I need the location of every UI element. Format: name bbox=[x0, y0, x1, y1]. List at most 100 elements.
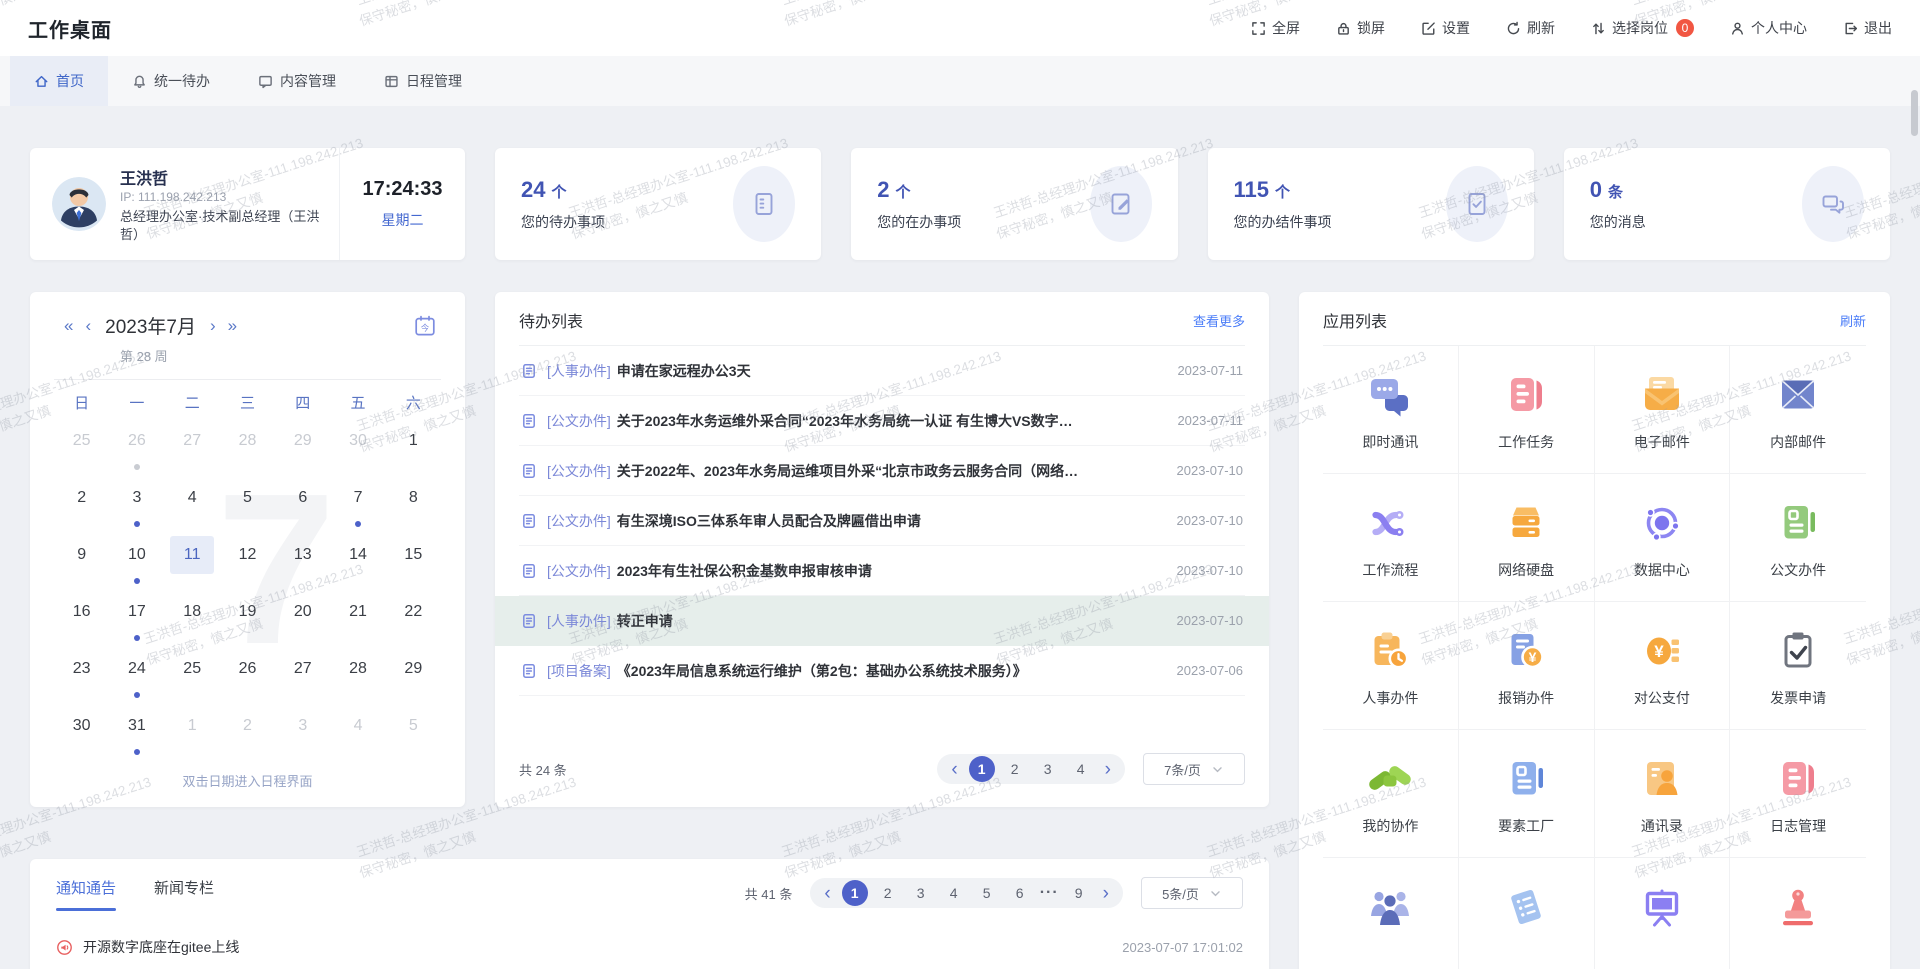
news-page-size-select[interactable]: 5条/页 bbox=[1141, 877, 1243, 909]
todo-prev-page-button[interactable]: ‹ bbox=[947, 760, 961, 779]
calendar-day-cell[interactable]: 2 bbox=[54, 476, 109, 533]
calendar-day-cell[interactable]: 17 bbox=[109, 590, 164, 647]
tab-内容管理[interactable]: 内容管理 bbox=[234, 56, 360, 106]
todo-row[interactable]: [公文办件]关于2023年水务运维外采合同“2023年水务局统一认证 有生博大V… bbox=[519, 396, 1245, 446]
app-item[interactable] bbox=[1323, 858, 1459, 969]
app-item-即时通讯[interactable]: 即时通讯 bbox=[1323, 346, 1459, 474]
calendar-day-cell[interactable]: 28 bbox=[220, 419, 275, 476]
news-page-4[interactable]: 4 bbox=[941, 880, 967, 906]
calendar-day-cell[interactable]: 26 bbox=[220, 647, 275, 704]
refresh-apps-link[interactable]: 刷新 bbox=[1840, 311, 1866, 330]
todo-page-2[interactable]: 2 bbox=[1002, 756, 1028, 782]
calendar-day-cell[interactable]: 6 bbox=[275, 476, 330, 533]
next-year-button[interactable]: » bbox=[222, 317, 243, 334]
app-item-人事办件[interactable]: 人事办件 bbox=[1323, 602, 1459, 730]
calendar-day-cell[interactable]: 15 bbox=[386, 533, 441, 590]
todo-next-page-button[interactable]: › bbox=[1101, 760, 1115, 779]
calendar-day-cell[interactable]: 9 bbox=[54, 533, 109, 590]
calendar-day-cell[interactable]: 2 bbox=[220, 704, 275, 761]
page-scrollbar[interactable] bbox=[1911, 90, 1918, 136]
calendar-day-cell[interactable]: 31 bbox=[109, 704, 164, 761]
app-item-报销办件[interactable]: ¥报销办件 bbox=[1459, 602, 1595, 730]
calendar-day-cell[interactable]: 28 bbox=[330, 647, 385, 704]
header-action-lock[interactable]: 锁屏 bbox=[1336, 18, 1385, 38]
calendar-day-cell[interactable]: 29 bbox=[386, 647, 441, 704]
news-page-5[interactable]: 5 bbox=[974, 880, 1000, 906]
app-item-通讯录[interactable]: 通讯录 bbox=[1595, 730, 1731, 858]
news-tab-新闻专栏[interactable]: 新闻专栏 bbox=[154, 877, 214, 911]
app-item-工作任务[interactable]: 工作任务 bbox=[1459, 346, 1595, 474]
calendar-day-cell[interactable]: 4 bbox=[165, 476, 220, 533]
calendar-day-cell[interactable]: 27 bbox=[275, 647, 330, 704]
calendar-day-cell[interactable]: 4 bbox=[330, 704, 385, 761]
news-page-1[interactable]: 1 bbox=[842, 880, 868, 906]
calendar-day-cell[interactable]: 1 bbox=[386, 419, 441, 476]
calendar-day-cell[interactable]: 7 bbox=[330, 476, 385, 533]
calendar-day-cell[interactable]: 29 bbox=[275, 419, 330, 476]
todo-page-1[interactable]: 1 bbox=[969, 756, 995, 782]
prev-year-button[interactable]: « bbox=[58, 317, 79, 334]
calendar-day-cell[interactable]: 22 bbox=[386, 590, 441, 647]
header-action-settings[interactable]: 设置 bbox=[1421, 18, 1470, 38]
todo-page-size-select[interactable]: 7条/页 bbox=[1143, 753, 1245, 785]
calendar-day-cell[interactable]: 14 bbox=[330, 533, 385, 590]
calendar-day-cell[interactable]: 23 bbox=[54, 647, 109, 704]
news-tab-通知通告[interactable]: 通知通告 bbox=[56, 877, 116, 911]
todo-row[interactable]: [公文办件]有生深境ISO三体系年审人员配合及牌匾借出申请2023-07-10 bbox=[519, 496, 1245, 546]
calendar-schedule-link[interactable]: 双击日期进入日程界面 bbox=[54, 771, 441, 790]
todo-row[interactable]: [公文办件]关于2022年、2023年水务局运维项目外采“北京市政务云服务合同（… bbox=[519, 446, 1245, 496]
calendar-day-cell[interactable]: 30 bbox=[330, 419, 385, 476]
calendar-day-cell[interactable]: 25 bbox=[54, 419, 109, 476]
todo-row[interactable]: [人事办件]转正申请2023-07-10 bbox=[495, 596, 1269, 646]
app-item-网络硬盘[interactable]: 网络硬盘 bbox=[1459, 474, 1595, 602]
next-month-button[interactable]: › bbox=[204, 317, 222, 334]
today-icon[interactable]: 今 bbox=[413, 314, 437, 338]
app-item-发票申请[interactable]: 发票申请 bbox=[1730, 602, 1866, 730]
calendar-day-cell[interactable]: 20 bbox=[275, 590, 330, 647]
calendar-day-cell[interactable]: 25 bbox=[165, 647, 220, 704]
app-item-数据中心[interactable]: 数据中心 bbox=[1595, 474, 1731, 602]
news-prev-page-button[interactable]: ‹ bbox=[820, 884, 834, 903]
calendar-day-cell[interactable]: 3 bbox=[109, 476, 164, 533]
calendar-day-cell[interactable]: 10 bbox=[109, 533, 164, 590]
calendar-day-cell[interactable]: 13 bbox=[275, 533, 330, 590]
app-item-要素工厂[interactable]: 要素工厂 bbox=[1459, 730, 1595, 858]
tab-首页[interactable]: 首页 bbox=[10, 56, 108, 106]
calendar-day-cell[interactable]: 27 bbox=[165, 419, 220, 476]
app-item-电子邮件[interactable]: 电子邮件 bbox=[1595, 346, 1731, 474]
header-action-logout[interactable]: 退出 bbox=[1843, 18, 1892, 38]
calendar-day-cell[interactable]: 19 bbox=[220, 590, 275, 647]
calendar-day-cell[interactable]: 12 bbox=[220, 533, 275, 590]
header-action-user[interactable]: 个人中心 bbox=[1730, 18, 1807, 38]
app-item-内部邮件[interactable]: 内部邮件 bbox=[1730, 346, 1866, 474]
news-next-page-button[interactable]: › bbox=[1099, 884, 1113, 903]
app-item-工作流程[interactable]: 工作流程 bbox=[1323, 474, 1459, 602]
tab-统一待办[interactable]: 统一待办 bbox=[108, 56, 234, 106]
calendar-day-cell[interactable]: 5 bbox=[386, 704, 441, 761]
app-item[interactable] bbox=[1730, 858, 1866, 969]
news-page-2[interactable]: 2 bbox=[875, 880, 901, 906]
calendar-day-cell[interactable]: 5 bbox=[220, 476, 275, 533]
calendar-day-cell[interactable]: 8 bbox=[386, 476, 441, 533]
calendar-day-cell[interactable]: 1 bbox=[165, 704, 220, 761]
news-page-6[interactable]: 6 bbox=[1007, 880, 1033, 906]
app-item-日志管理[interactable]: 日志管理 bbox=[1730, 730, 1866, 858]
calendar-day-cell[interactable]: 30 bbox=[54, 704, 109, 761]
app-item-我的协作[interactable]: 我的协作 bbox=[1323, 730, 1459, 858]
todo-row[interactable]: [人事办件]申请在家远程办公3天2023-07-11 bbox=[519, 346, 1245, 396]
news-page-3[interactable]: 3 bbox=[908, 880, 934, 906]
prev-month-button[interactable]: ‹ bbox=[79, 317, 97, 334]
app-item[interactable] bbox=[1595, 858, 1731, 969]
todo-row[interactable]: [项目备案]《2023年局信息系统运行维护（第2包：基础办公系统技术服务）》20… bbox=[519, 646, 1245, 696]
calendar-day-cell[interactable]: 3 bbox=[275, 704, 330, 761]
news-page-9[interactable]: 9 bbox=[1066, 880, 1092, 906]
tab-日程管理[interactable]: 日程管理 bbox=[360, 56, 486, 106]
header-action-positions[interactable]: 选择岗位0 bbox=[1591, 18, 1694, 38]
calendar-day-cell[interactable]: 18 bbox=[165, 590, 220, 647]
app-item-对公支付[interactable]: ¥对公支付 bbox=[1595, 602, 1731, 730]
calendar-day-cell[interactable]: 26 bbox=[109, 419, 164, 476]
news-item[interactable]: 开源数字底座在gitee上线2023-07-07 17:01:02 bbox=[56, 937, 1243, 957]
todo-page-3[interactable]: 3 bbox=[1035, 756, 1061, 782]
calendar-day-cell[interactable]: 21 bbox=[330, 590, 385, 647]
header-action-fullscreen[interactable]: 全屏 bbox=[1251, 18, 1300, 38]
